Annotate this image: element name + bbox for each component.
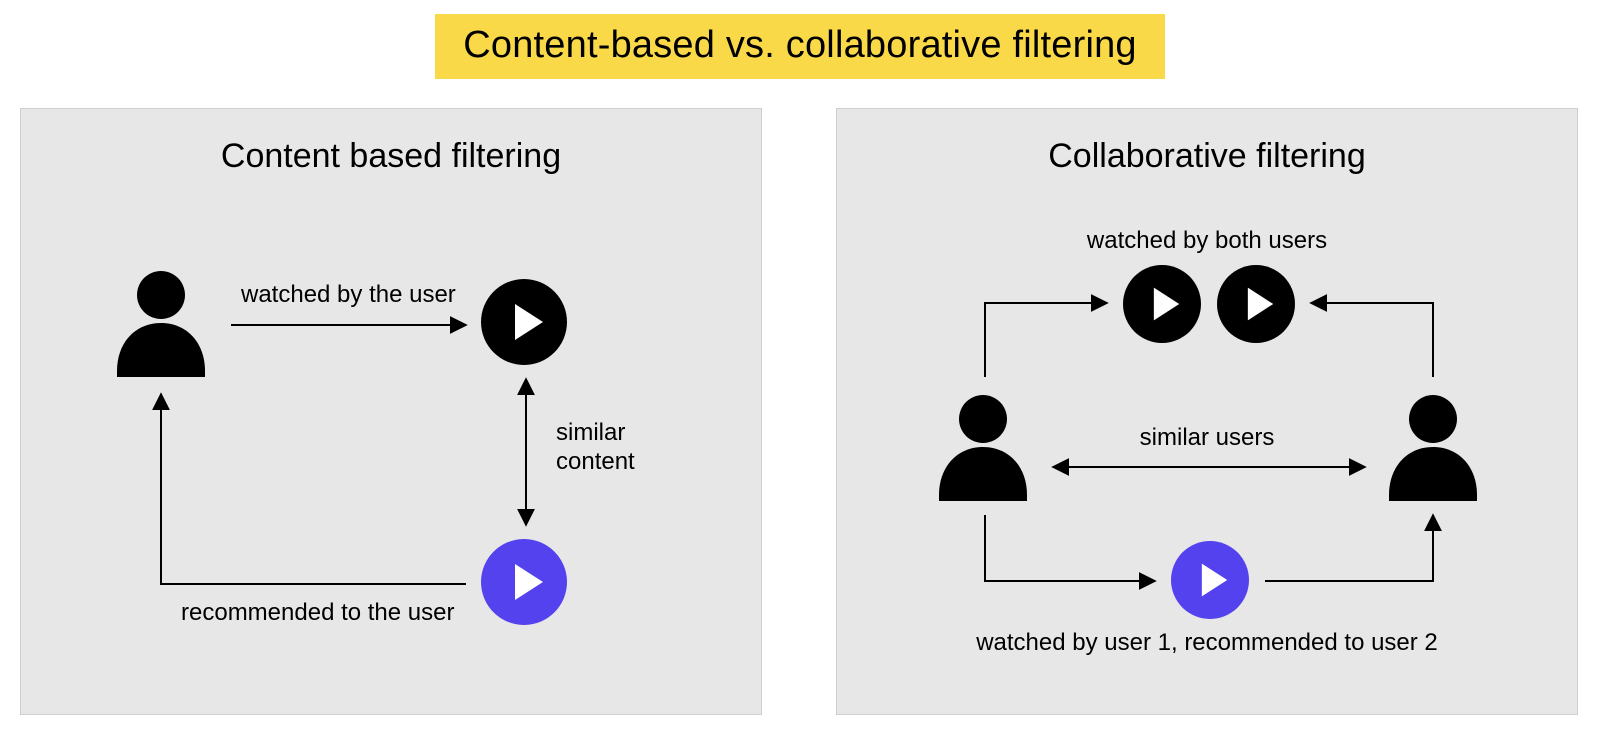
label-recommended-to-user: recommended to the user: [181, 599, 454, 628]
arrows-collaborative: [837, 109, 1577, 714]
label-watched-by-user: watched by the user: [241, 281, 456, 310]
panel-collaborative: Collaborative filtering watched by both …: [836, 108, 1578, 715]
panel-content-based: Content based filtering: [20, 108, 762, 715]
diagram-stage: Content-based vs. collaborative filterin…: [0, 0, 1600, 729]
diagram-title: Content-based vs. collaborative filterin…: [435, 14, 1165, 79]
title-wrap: Content-based vs. collaborative filterin…: [0, 14, 1600, 79]
label-similar-content: similar content: [556, 419, 635, 477]
